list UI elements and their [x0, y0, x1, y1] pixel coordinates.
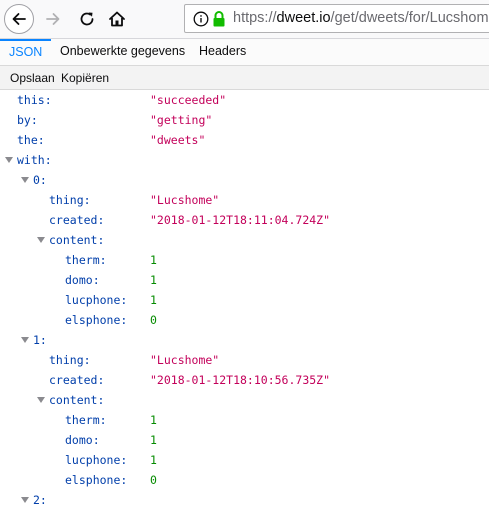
tree-row-content[interactable]: content: [0, 390, 489, 410]
tree-key: created: [49, 373, 105, 387]
tree-row-item-0[interactable]: 0: [0, 170, 489, 190]
json-viewer-tabs: JSON Onbewerkte gegevens Headers [0, 39, 489, 66]
tree-row-item-2[interactable]: 2: [0, 490, 489, 510]
tree-row[interactable]: this: "succeeded" [0, 90, 489, 110]
expand-arrow-icon[interactable] [5, 157, 13, 163]
url-bar[interactable]: https://dweet.io/get/dweets/for/Lucshome [184, 4, 489, 33]
tree-row[interactable]: lucphone: 1 [0, 450, 489, 470]
lock-icon[interactable] [211, 10, 227, 28]
tab-json[interactable]: JSON [0, 39, 52, 65]
tree-key: therm: [65, 253, 107, 267]
tree-row[interactable]: created: "2018-01-12T18:10:56.735Z" [0, 370, 489, 390]
back-button[interactable] [4, 4, 34, 34]
expand-arrow-icon[interactable] [21, 177, 29, 183]
tree-value: 1 [150, 413, 157, 427]
tree-row[interactable]: elsphone: 0 [0, 470, 489, 490]
info-icon[interactable] [193, 11, 209, 27]
expand-arrow-icon[interactable] [37, 397, 45, 403]
tree-value: "2018-01-12T18:11:04.724Z" [150, 213, 331, 227]
tree-value: 1 [150, 253, 157, 267]
tree-value: 0 [150, 473, 157, 487]
tree-key: lucphone: [65, 453, 128, 467]
tree-row[interactable]: domo: 1 [0, 430, 489, 450]
tree-row[interactable]: created: "2018-01-12T18:11:04.724Z" [0, 210, 489, 230]
expand-arrow-icon[interactable] [37, 237, 45, 243]
tree-row[interactable]: domo: 1 [0, 270, 489, 290]
tree-key: created: [49, 213, 105, 227]
tree-key: the: [17, 133, 45, 147]
tree-key: domo: [65, 433, 100, 447]
tree-value: "dweets" [150, 133, 206, 147]
home-button[interactable] [104, 6, 130, 32]
tree-row[interactable]: therm: 1 [0, 250, 489, 270]
tree-row-item-1[interactable]: 1: [0, 330, 489, 350]
forward-button[interactable] [40, 6, 66, 32]
tree-key: thing: [49, 193, 91, 207]
tree-row[interactable]: therm: 1 [0, 410, 489, 430]
tab-headers[interactable]: Headers [190, 39, 255, 65]
tree-value: 1 [150, 273, 157, 287]
tree-key: this: [17, 93, 52, 107]
tree-value: 1 [150, 293, 157, 307]
copy-button[interactable]: Kopiëren [57, 68, 113, 88]
tree-key: content: [49, 233, 105, 247]
tree-key: with: [17, 153, 52, 167]
tree-row[interactable]: thing: "Lucshome" [0, 350, 489, 370]
expand-arrow-icon[interactable] [21, 497, 29, 503]
browser-toolbar: https://dweet.io/get/dweets/for/Lucshome [0, 0, 489, 39]
url-host: dweet.io [276, 10, 331, 26]
tree-key: domo: [65, 273, 100, 287]
tree-key: 1: [33, 333, 47, 347]
tree-value: "getting" [150, 113, 213, 127]
tree-value: 0 [150, 313, 157, 327]
json-tree: this: "succeeded" by: "getting" the: "dw… [0, 90, 489, 510]
forward-arrow-icon [46, 13, 60, 25]
tree-key: therm: [65, 413, 107, 427]
tree-value: 1 [150, 453, 157, 467]
tree-value: "Lucshome" [150, 353, 220, 367]
tree-key: thing: [49, 353, 91, 367]
tree-row[interactable]: by: "getting" [0, 110, 489, 130]
reload-button[interactable] [74, 6, 100, 32]
tree-row[interactable]: lucphone: 1 [0, 290, 489, 310]
tree-value: "succeeded" [150, 93, 227, 107]
tree-value: "Lucshome" [150, 193, 220, 207]
url-text[interactable]: https://dweet.io/get/dweets/for/Lucshome [233, 10, 489, 26]
json-actions-toolbar: Opslaan Kopiëren [0, 66, 489, 90]
tree-key: 0: [33, 173, 47, 187]
tree-key: elsphone: [65, 473, 128, 487]
tree-key: by: [17, 113, 38, 127]
tree-key: 2: [33, 493, 47, 507]
tree-row[interactable]: elsphone: 0 [0, 310, 489, 330]
reload-icon [80, 12, 94, 26]
tree-key: content: [49, 393, 105, 407]
expand-arrow-icon[interactable] [21, 337, 29, 343]
url-path: /get/dweets/for/Lucshome [330, 10, 489, 26]
tab-raw-data[interactable]: Onbewerkte gegevens [51, 39, 194, 65]
url-scheme: https:// [233, 10, 277, 26]
tree-row-with[interactable]: with: [0, 150, 489, 170]
save-button[interactable]: Opslaan [6, 68, 59, 88]
tree-value: 1 [150, 433, 157, 447]
tree-row[interactable]: the: "dweets" [0, 130, 489, 150]
tree-key: elsphone: [65, 313, 128, 327]
tree-row-content[interactable]: content: [0, 230, 489, 250]
tree-value: "2018-01-12T18:10:56.735Z" [150, 373, 331, 387]
home-icon [109, 11, 125, 27]
tree-row[interactable]: thing: "Lucshome" [0, 190, 489, 210]
tree-key: lucphone: [65, 293, 128, 307]
back-arrow-icon [12, 13, 26, 25]
